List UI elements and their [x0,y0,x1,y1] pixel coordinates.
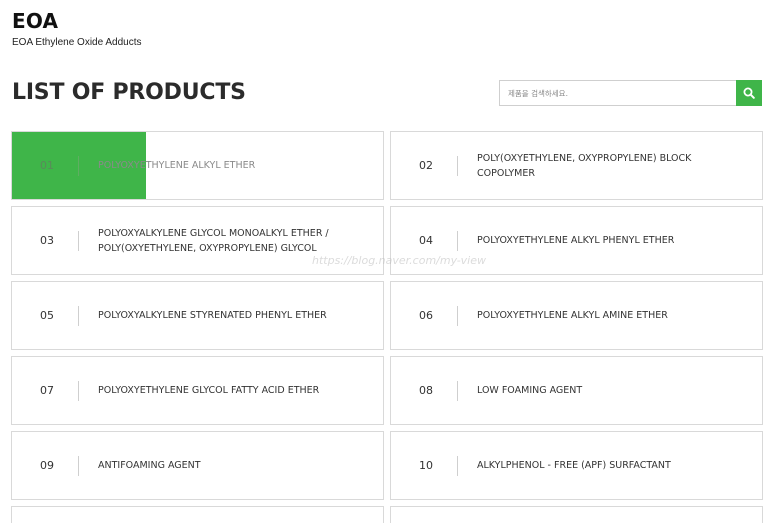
product-name: POLYOXYETHYLENE ALKYL AMINE ETHER [477,310,668,321]
search-input[interactable] [499,80,736,106]
product-card-06[interactable]: 06 POLYOXYETHYLENE ALKYL AMINE ETHER [390,281,763,350]
product-name: ANTIFOAMING AGENT [98,460,201,471]
product-number: 07 [40,384,54,397]
product-card-12[interactable] [390,506,763,523]
product-card-02[interactable]: 02 POLY(OXYETHYLENE, OXYPROPYLENE) BLOCK… [390,131,763,200]
product-name: ALKYLPHENOL - FREE (APF) SURFACTANT [477,460,671,471]
product-number: 05 [40,309,54,322]
product-name: POLYOXYETHYLENE ALKYL ETHER [98,160,256,171]
product-card-09[interactable]: 09 ANTIFOAMING AGENT [11,431,384,500]
product-name: POLYOXYALKYLENE STYRENATED PHENYL ETHER [98,310,327,321]
product-card-01[interactable]: 01 POLYOXYETHYLENE ALKYL ETHER [11,131,384,200]
page-title: LIST OF PRODUCTS [12,80,246,105]
site-brand[interactable]: EOA EOA Ethylene Oxide Adducts [12,9,142,48]
product-number: 02 [419,159,433,172]
site-subtitle: EOA Ethylene Oxide Adducts [12,37,142,48]
product-number: 04 [419,234,433,247]
product-number: 09 [40,459,54,472]
product-name: POLYOXYETHYLENE ALKYL PHENYL ETHER [477,235,675,246]
product-card-11[interactable] [11,506,384,523]
search-button[interactable] [736,80,762,106]
product-name: POLYOXYALKYLENE GLYCOL MONOALKYL ETHER /… [98,227,329,254]
product-name: POLY(OXYETHYLENE, OXYPROPYLENE) BLOCK CO… [477,152,692,179]
site-title[interactable]: EOA [12,9,142,33]
product-card-10[interactable]: 10 ALKYLPHENOL - FREE (APF) SURFACTANT [390,431,763,500]
product-card-05[interactable]: 05 POLYOXYALKYLENE STYRENATED PHENYL ETH… [11,281,384,350]
product-number: 03 [40,234,54,247]
product-name: LOW FOAMING AGENT [477,385,583,396]
product-card-07[interactable]: 07 POLYOXYETHYLENE GLYCOL FATTY ACID ETH… [11,356,384,425]
product-card-04[interactable]: 04 POLYOXYETHYLENE ALKYL PHENYL ETHER [390,206,763,275]
product-number: 10 [419,459,433,472]
product-list: 01 POLYOXYETHYLENE ALKYL ETHER 02 POLY(O… [11,131,763,523]
product-number: 01 [40,159,54,172]
product-number: 06 [419,309,433,322]
product-card-08[interactable]: 08 LOW FOAMING AGENT [390,356,763,425]
product-card-03[interactable]: 03 POLYOXYALKYLENE GLYCOL MONOALKYL ETHE… [11,206,384,275]
product-name: POLYOXYETHYLENE GLYCOL FATTY ACID ETHER [98,385,320,396]
search-icon [743,87,755,99]
product-search-form [499,80,762,106]
product-number: 08 [419,384,433,397]
